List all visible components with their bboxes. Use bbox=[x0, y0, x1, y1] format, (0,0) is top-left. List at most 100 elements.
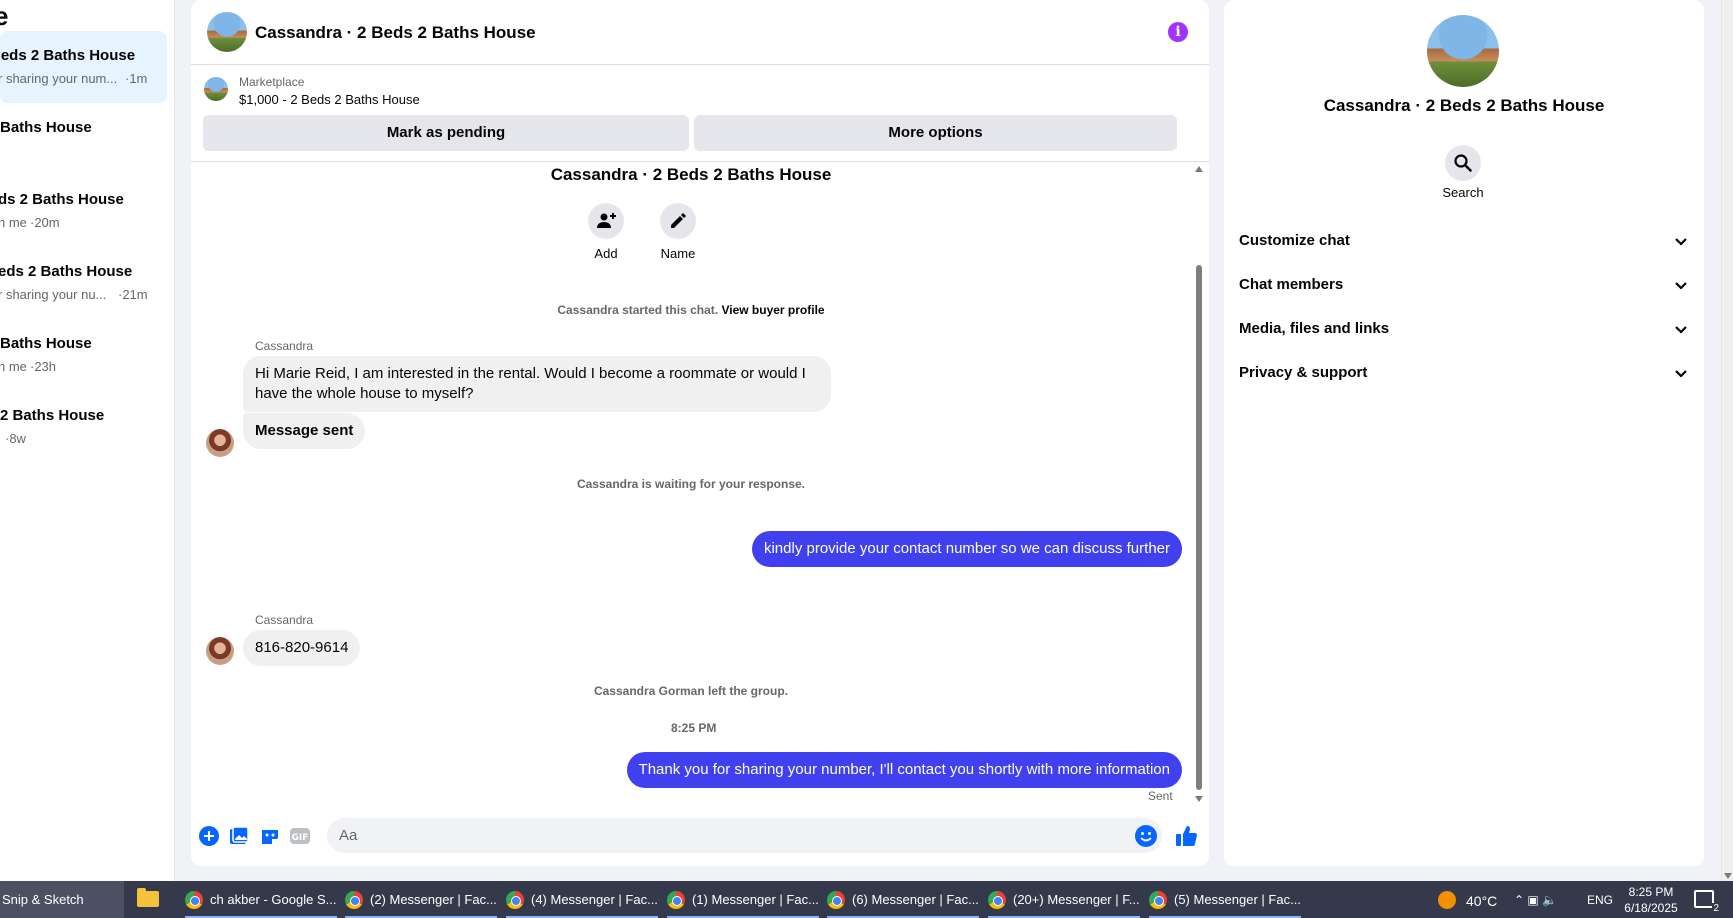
taskbar-app[interactable]: (6) Messenger | Fac... bbox=[827, 881, 979, 918]
scroll-down-icon[interactable] bbox=[1724, 873, 1732, 879]
waiting-notice: Cassandra is waiting for your response. bbox=[576, 477, 806, 491]
user-avatar[interactable] bbox=[206, 637, 234, 665]
media-files-links-section[interactable]: Media, files and links bbox=[1239, 312, 1691, 348]
conversation-item[interactable]: 2 Baths House ·8w bbox=[0, 391, 167, 463]
add-people-action[interactable]: Add bbox=[576, 203, 636, 261]
add-person-icon[interactable] bbox=[588, 203, 624, 239]
listing-avatar[interactable] bbox=[207, 12, 247, 52]
conversation-item[interactable]: Beds 2 Baths House r sharing your num...… bbox=[0, 31, 167, 103]
sender-name: Cassandra bbox=[255, 613, 314, 627]
thumbs-up-icon[interactable] bbox=[1174, 824, 1198, 848]
user-avatar[interactable] bbox=[206, 429, 234, 457]
message-composer: GIF bbox=[191, 806, 1209, 866]
chat-started-text: Cassandra started this chat. bbox=[557, 303, 719, 317]
section-label: Media, files and links bbox=[1239, 320, 1390, 337]
section-label: Chat members bbox=[1239, 276, 1344, 293]
conversation-title: Beds 2 Baths House bbox=[0, 47, 136, 64]
photo-icon[interactable] bbox=[229, 826, 249, 846]
privacy-support-section[interactable]: Privacy & support bbox=[1239, 356, 1691, 392]
clock-time: 8:25 PM bbox=[1628, 885, 1674, 899]
taskbar-app[interactable]: (5) Messenger | Fac... bbox=[1149, 881, 1301, 918]
sticker-icon[interactable] bbox=[260, 826, 280, 846]
chrome-icon bbox=[345, 891, 363, 909]
name-label: Name bbox=[660, 246, 696, 261]
taskbar-app[interactable]: ch akber - Google S... bbox=[185, 881, 337, 918]
conversation-snippet: n me bbox=[0, 215, 27, 230]
taskbar-app[interactable]: (1) Messenger | Fac... bbox=[667, 881, 819, 918]
conversation-time: ·8w bbox=[5, 431, 26, 446]
info-icon[interactable]: i bbox=[1168, 22, 1188, 42]
listing-thumbnail[interactable] bbox=[204, 77, 228, 101]
incoming-message[interactable]: 816-820-9614 bbox=[243, 630, 361, 666]
system-tray-icons[interactable]: ⌃ ▣ 🔈 bbox=[1514, 893, 1557, 907]
plus-icon[interactable] bbox=[199, 826, 219, 846]
taskbar-app-label: ch akber - Google S... bbox=[210, 892, 337, 907]
incoming-message[interactable]: Message sent bbox=[243, 413, 366, 449]
scroll-down-icon[interactable] bbox=[1195, 796, 1203, 802]
incoming-message[interactable]: Hi Marie Reid, I am interested in the re… bbox=[243, 356, 831, 412]
chevron-down-icon bbox=[1675, 238, 1687, 246]
temperature[interactable]: 40°C bbox=[1466, 893, 1497, 909]
outgoing-message[interactable]: kindly provide your contact number so we… bbox=[751, 531, 1182, 567]
conversation-time: ·21m bbox=[118, 287, 148, 302]
taskbar-app-label: (6) Messenger | Fac... bbox=[852, 892, 979, 907]
page-scrollbar[interactable] bbox=[1721, 0, 1733, 881]
emoji-icon[interactable] bbox=[1135, 825, 1157, 847]
message-thread: Cassandra · 2 Beds 2 Baths House Add Nam… bbox=[191, 162, 1209, 806]
scrollbar-thumb[interactable] bbox=[1196, 265, 1202, 790]
chat-members-section[interactable]: Chat members bbox=[1239, 268, 1691, 304]
conversation-item[interactable]: Baths House bbox=[0, 103, 167, 175]
search-label: Search bbox=[1442, 185, 1484, 200]
section-label: Customize chat bbox=[1239, 232, 1350, 249]
taskbar-app-label: (5) Messenger | Fac... bbox=[1174, 892, 1301, 907]
chevron-down-icon bbox=[1675, 326, 1687, 334]
pencil-icon[interactable] bbox=[660, 203, 696, 239]
chrome-icon bbox=[1149, 891, 1167, 909]
view-buyer-profile-link[interactable]: View buyer profile bbox=[721, 303, 824, 317]
notification-count: 2 bbox=[1712, 903, 1720, 914]
add-label: Add bbox=[594, 246, 618, 261]
section-label: Privacy & support bbox=[1239, 364, 1368, 381]
outgoing-message[interactable]: Thank you for sharing your number, I'll … bbox=[626, 752, 1182, 788]
listing-price[interactable]: $1,000 - 2 Beds 2 Baths House bbox=[239, 92, 420, 107]
name-action[interactable]: Name bbox=[648, 203, 708, 261]
language-indicator[interactable]: ENG bbox=[1587, 893, 1613, 907]
sidebar-title: e bbox=[0, 1, 8, 32]
taskbar-app[interactable]: (20+) Messenger | F... bbox=[988, 881, 1140, 918]
mark-pending-button[interactable]: Mark as pending bbox=[203, 115, 689, 151]
taskbar-app[interactable]: (2) Messenger | Fac... bbox=[345, 881, 497, 918]
left-group-notice: Cassandra Gorman left the group. bbox=[593, 684, 789, 698]
weather-icon[interactable] bbox=[1438, 891, 1456, 909]
notification-icon[interactable]: 2 bbox=[1694, 890, 1720, 914]
conversation-title: eds 2 Baths House bbox=[0, 263, 133, 280]
conversation-item[interactable]: ds 2 Baths House n me ·20m bbox=[0, 175, 167, 247]
conversation-item[interactable]: eds 2 Baths House r sharing your nu... ·… bbox=[0, 247, 167, 319]
chrome-icon bbox=[185, 891, 203, 909]
conversation-snippet: r sharing your nu... bbox=[0, 287, 107, 302]
snip-sketch-app[interactable]: Snip & Sketch bbox=[0, 881, 124, 918]
conversation-snippet: n me bbox=[0, 359, 27, 374]
taskbar-app-label: (2) Messenger | Fac... bbox=[370, 892, 497, 907]
message-input[interactable] bbox=[327, 818, 1162, 853]
chevron-down-icon bbox=[1675, 370, 1687, 378]
conversation-title: ds 2 Baths House bbox=[0, 191, 124, 208]
conversation-list: e Beds 2 Baths House r sharing your num.… bbox=[0, 0, 175, 881]
listing-avatar-large[interactable] bbox=[1427, 15, 1499, 87]
chevron-down-icon bbox=[1675, 282, 1687, 290]
details-name: Cassandra · 2 Beds 2 Baths House bbox=[1323, 96, 1605, 115]
thread-scrollbar[interactable] bbox=[1193, 162, 1205, 806]
file-explorer-icon[interactable] bbox=[137, 888, 159, 907]
taskbar-app-label: (1) Messenger | Fac... bbox=[692, 892, 819, 907]
chrome-icon bbox=[988, 891, 1006, 909]
more-options-button[interactable]: More options bbox=[694, 115, 1177, 151]
customize-chat-section[interactable]: Customize chat bbox=[1239, 224, 1691, 260]
scroll-up-icon[interactable] bbox=[1195, 166, 1203, 172]
search-icon[interactable] bbox=[1445, 145, 1481, 181]
chrome-icon bbox=[667, 891, 685, 909]
clock[interactable]: 8:25 PM 6/18/2025 bbox=[1622, 884, 1680, 916]
conversation-item[interactable]: Baths House n me ·23h bbox=[0, 319, 167, 391]
gif-icon[interactable]: GIF bbox=[290, 826, 310, 846]
taskbar-app[interactable]: (4) Messenger | Fac... bbox=[506, 881, 658, 918]
chrome-icon bbox=[827, 891, 845, 909]
chat-title[interactable]: Cassandra · 2 Beds 2 Baths House bbox=[255, 23, 536, 43]
